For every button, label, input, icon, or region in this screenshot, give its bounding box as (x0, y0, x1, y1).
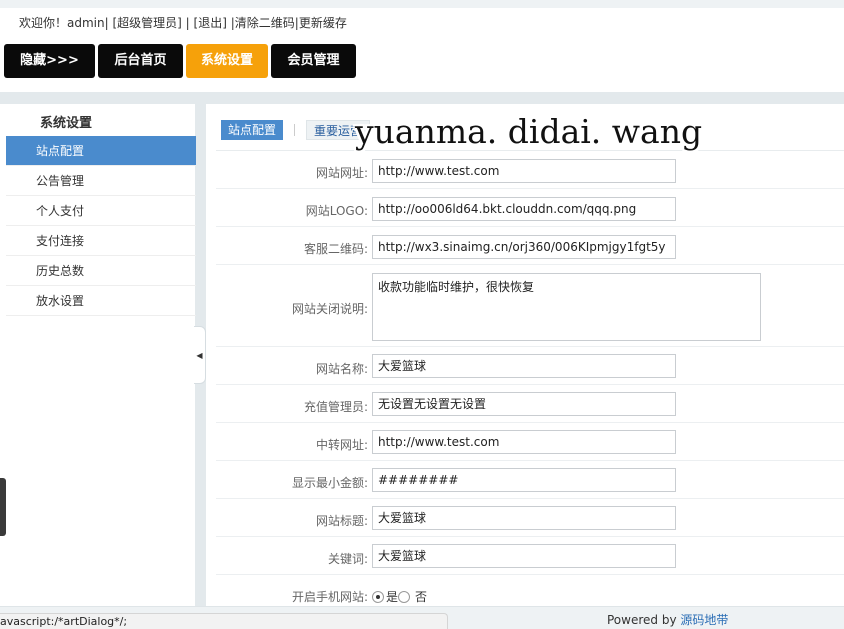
logout-link[interactable]: [退出] (194, 16, 227, 30)
top-bar: 欢迎你！admin| [超级管理员] | [退出] |清除二维码|更新缓存 隐藏… (0, 0, 844, 92)
sidebar: 系统设置 站点配置 公告管理 个人支付 支付连接 历史总数 放水设置 (0, 104, 196, 606)
form-row-close-note: 网站关闭说明: 收款功能临时维护，很快恢复 (216, 265, 844, 347)
relay-url-label: 中转网址: (315, 438, 368, 452)
main-nav: 隐藏>>> 后台首页 系统设置 会员管理 (4, 44, 356, 78)
sidebar-title: 系统设置 (40, 116, 93, 131)
site-url-input[interactable]: http://www.test.com (372, 159, 676, 183)
site-name-input[interactable]: 大爱篮球 (372, 354, 676, 378)
recharge-admin-label: 充值管理员: (303, 400, 368, 414)
recharge-admin-input[interactable]: 无设置无设置无设置 (372, 392, 676, 416)
nav-members-button[interactable]: 会员管理 (271, 44, 356, 78)
role-link[interactable]: [超级管理员] (112, 16, 181, 30)
mobile-site-yes-radio[interactable] (372, 590, 384, 603)
powered-by-text: Powered by (607, 613, 677, 627)
sidebar-menu: 站点配置 公告管理 个人支付 支付连接 历史总数 放水设置 (6, 136, 196, 316)
welcome-bar: 欢迎你！admin| [超级管理员] | [退出] |清除二维码|更新缓存 (19, 16, 347, 30)
welcome-text: 欢迎你！admin (19, 16, 105, 30)
powered-by: Powered by 源码地带 (607, 611, 728, 628)
clear-qr-link[interactable]: 清除二维码 (235, 16, 295, 30)
mobile-site-yes-label: 是 (386, 590, 399, 604)
sidebar-item-release-settings[interactable]: 放水设置 (6, 286, 196, 316)
nav-home-button[interactable]: 后台首页 (98, 44, 183, 78)
mobile-site-label: 开启手机网站: (291, 590, 368, 604)
site-url-label: 网站网址: (315, 166, 368, 180)
form-row-relay-url: 中转网址: http://www.test.com (216, 423, 844, 461)
sidebar-item-site-config[interactable]: 站点配置 (6, 136, 196, 166)
tab-site-config[interactable]: 站点配置 (221, 120, 284, 140)
sidebar-item-pay-links[interactable]: 支付连接 (6, 226, 196, 256)
site-title-label: 网站标题: (315, 514, 368, 528)
form-row-service-qr: 客服二维码: http://wx3.sinaimg.cn/orj360/006K… (216, 227, 844, 265)
form-row-keywords: 关键词: 大爱篮球 (216, 537, 844, 575)
mobile-site-no-label: 否 (415, 590, 428, 604)
service-qr-input[interactable]: http://wx3.sinaimg.cn/orj360/006KIpmjgy1… (372, 235, 676, 259)
form-row-site-title: 网站标题: 大爱篮球 (216, 499, 844, 537)
site-logo-label: 网站LOGO: (305, 204, 368, 218)
close-note-textarea[interactable]: 收款功能临时维护，很快恢复 (372, 273, 761, 341)
min-amount-input[interactable]: ######## (372, 468, 676, 492)
sidebar-item-announcements[interactable]: 公告管理 (6, 166, 196, 196)
site-name-label: 网站名称: (315, 362, 368, 376)
settings-tabs: 站点配置 重要运营 (221, 120, 371, 140)
header-divider (0, 92, 844, 104)
nav-hide-button[interactable]: 隐藏>>> (4, 44, 95, 78)
sidebar-item-history-totals[interactable]: 历史总数 (6, 256, 196, 286)
browser-status-bar: avascript:/*artDialog*/; (0, 613, 448, 629)
site-logo-input[interactable]: http://oo006ld64.bkt.clouddn.com/qqq.png (372, 197, 676, 221)
left-edge-handle[interactable] (0, 478, 6, 536)
mobile-site-radio-group: 是 否 (372, 588, 427, 605)
min-amount-label: 显示最小金额: (291, 476, 368, 490)
refresh-cache-link[interactable]: 更新缓存 (299, 16, 347, 30)
nav-settings-button[interactable]: 系统设置 (186, 44, 268, 78)
form-row-site-name: 网站名称: 大爱篮球 (216, 347, 844, 385)
form-row-site-url: 网站网址: http://www.test.com (216, 151, 844, 189)
mobile-site-no-radio[interactable] (398, 590, 411, 603)
keywords-label: 关键词: (327, 552, 368, 566)
form-row-recharge-admin: 充值管理员: 无设置无设置无设置 (216, 385, 844, 423)
form-row-site-logo: 网站LOGO: http://oo006ld64.bkt.clouddn.com… (216, 189, 844, 227)
site-config-form: 网站网址: http://www.test.com 网站LOGO: http:/… (216, 151, 844, 611)
close-note-label: 网站关闭说明: (291, 302, 368, 316)
sidebar-item-personal-pay[interactable]: 个人支付 (6, 196, 196, 226)
main-panel: 站点配置 重要运营 网站网址: http://www.test.com 网站LO… (206, 104, 844, 606)
site-title-input[interactable]: 大爱篮球 (372, 506, 676, 530)
brand-link[interactable]: 源码地带 (680, 613, 728, 627)
caret-left-icon[interactable]: ◀ (194, 326, 206, 384)
service-qr-label: 客服二维码: (303, 242, 368, 256)
form-row-min-amount: 显示最小金额: ######## (216, 461, 844, 499)
watermark-text: yuanma. didai. wang (355, 112, 703, 151)
keywords-input[interactable]: 大爱篮球 (372, 544, 676, 568)
relay-url-input[interactable]: http://www.test.com (372, 430, 676, 454)
tab-separator (294, 124, 296, 136)
